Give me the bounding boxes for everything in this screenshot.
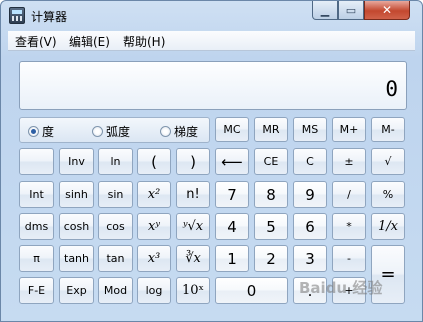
mod-button[interactable]: Mod	[98, 277, 133, 304]
digit-4-button[interactable]: 4	[215, 213, 249, 240]
menu-edit[interactable]: 编辑(E)	[69, 33, 110, 50]
pi-button[interactable]: π	[19, 245, 54, 272]
maximize-icon: ▭	[345, 3, 357, 17]
digit-9-button[interactable]: 9	[293, 181, 327, 208]
ten-power-x-button[interactable]: 10ˣ	[176, 277, 210, 304]
x-power-y-button[interactable]: xʸ	[137, 213, 171, 240]
radio-selected-icon	[28, 126, 39, 137]
multiply-button[interactable]: *	[332, 213, 366, 240]
radio-radians[interactable]: 弧度	[92, 123, 130, 140]
tanh-button[interactable]: tanh	[59, 245, 94, 272]
digit-5-button[interactable]: 5	[254, 213, 288, 240]
menu-bar: 查看(V) 编辑(E) 帮助(H)	[8, 31, 415, 51]
angle-mode-group: 度 弧度 梯度	[19, 117, 210, 143]
ms-button[interactable]: MS	[293, 117, 327, 142]
ln-button[interactable]: ln	[98, 148, 133, 175]
mc-button[interactable]: MC	[215, 117, 249, 142]
reciprocal-button[interactable]: 1/x	[371, 213, 405, 240]
log-button[interactable]: log	[137, 277, 171, 304]
backspace-button[interactable]: ⟵	[215, 148, 249, 175]
display-value: 0	[385, 77, 398, 101]
digit-1-button[interactable]: 1	[215, 245, 249, 272]
dms-button[interactable]: dms	[19, 213, 54, 240]
digit-8-button[interactable]: 8	[254, 181, 288, 208]
close-icon: ✕	[381, 3, 393, 17]
close-paren-button[interactable]: )	[176, 148, 210, 175]
digit-6-button[interactable]: 6	[293, 213, 327, 240]
sinh-button[interactable]: sinh	[59, 181, 94, 208]
c-button[interactable]: C	[293, 148, 327, 175]
radio-unselected-icon	[92, 126, 103, 137]
m-minus-button[interactable]: M-	[371, 117, 405, 142]
m-plus-button[interactable]: M+	[332, 117, 366, 142]
mr-button[interactable]: MR	[254, 117, 288, 142]
int-button[interactable]: Int	[19, 181, 54, 208]
display-panel: 0	[19, 61, 407, 110]
radio-label: 弧度	[106, 125, 131, 139]
percent-button[interactable]: %	[371, 181, 405, 208]
sin-button[interactable]: sin	[98, 181, 133, 208]
maximize-button[interactable]: ▭	[338, 1, 364, 20]
y-root-x-button[interactable]: ʸ√x	[176, 213, 210, 240]
x-cubed-button[interactable]: x³	[137, 245, 171, 272]
radio-label: 梯度	[174, 125, 199, 139]
radio-label: 度	[42, 125, 55, 139]
radio-degrees[interactable]: 度	[28, 123, 54, 140]
divide-button[interactable]: /	[332, 181, 366, 208]
exp-button[interactable]: Exp	[59, 277, 94, 304]
cosh-button[interactable]: cosh	[59, 213, 94, 240]
minimize-icon: ▁	[320, 3, 330, 17]
tan-button[interactable]: tan	[98, 245, 133, 272]
minus-button[interactable]: -	[332, 245, 366, 272]
ce-button[interactable]: CE	[254, 148, 288, 175]
open-paren-button[interactable]: (	[137, 148, 171, 175]
x-squared-button[interactable]: x²	[137, 181, 171, 208]
sqrt-button[interactable]: √	[371, 148, 405, 175]
baidu-watermark: Baidu 经验	[299, 279, 383, 297]
close-button[interactable]: ✕	[364, 1, 410, 20]
title-bar: 计算器 ▁ ▭ ✕	[1, 1, 422, 31]
calculator-icon	[9, 7, 25, 24]
window-title: 计算器	[31, 10, 68, 24]
digit-0-button[interactable]: 0	[215, 277, 288, 304]
menu-view[interactable]: 查看(V)	[15, 33, 57, 50]
menu-help[interactable]: 帮助(H)	[123, 33, 165, 50]
fe-button[interactable]: F-E	[19, 277, 54, 304]
plus-minus-button[interactable]: ±	[332, 148, 366, 175]
radio-gradians[interactable]: 梯度	[160, 123, 198, 140]
digit-2-button[interactable]: 2	[254, 245, 288, 272]
calculator-window: 计算器 ▁ ▭ ✕ 查看(V) 编辑(E) 帮助(H) 0 度 弧度 梯度 MC…	[0, 0, 423, 322]
digit-3-button[interactable]: 3	[293, 245, 327, 272]
cube-root-button[interactable]: ∛x	[176, 245, 210, 272]
factorial-button[interactable]: n!	[176, 181, 210, 208]
inv-button[interactable]: Inv	[59, 148, 94, 175]
cos-button[interactable]: cos	[98, 213, 133, 240]
blank-button	[19, 148, 54, 175]
radio-unselected-icon	[160, 126, 171, 137]
digit-7-button[interactable]: 7	[215, 181, 249, 208]
minimize-button[interactable]: ▁	[312, 1, 338, 20]
